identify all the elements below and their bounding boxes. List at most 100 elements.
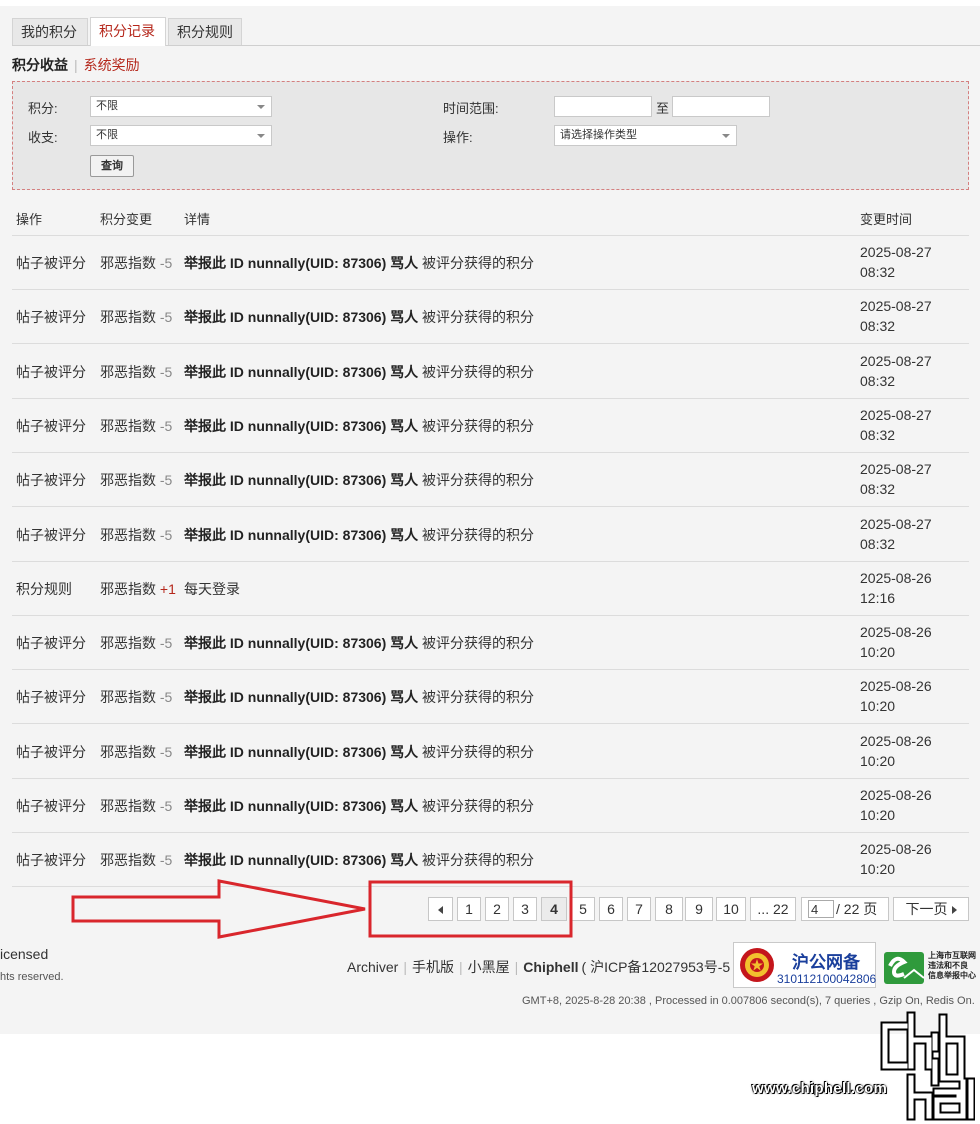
row-credit-delta: -5 bbox=[159, 363, 173, 380]
date-separator: 至 bbox=[656, 101, 670, 116]
filter-panel: 积分: 不限 收支: 不限 时间范围: 至 操作: 请选择操作类型 查询 bbox=[12, 81, 969, 190]
row-detail-link[interactable]: 举报此 ID nunnally(UID: 87306) 骂人 bbox=[184, 744, 418, 760]
row-detail-link[interactable]: 举报此 ID nunnally(UID: 87306) 骂人 bbox=[184, 364, 418, 380]
row-operation: 帖子被评分 bbox=[16, 417, 86, 434]
footer-brand[interactable]: Chiphell bbox=[523, 959, 578, 975]
next-page-button[interactable]: 下一页 bbox=[893, 897, 969, 921]
row-credit-delta: -5 bbox=[159, 743, 173, 760]
report-line-2: 违法和不良 bbox=[928, 961, 968, 970]
row-change-time: 2025-08-26 10:20 bbox=[860, 839, 932, 879]
table-row: 帖子被评分 邪恶指数 -5 举报此 ID nunnally(UID: 87306) … bbox=[12, 344, 969, 399]
subnav-credit-income[interactable]: 积分收益 bbox=[12, 57, 68, 73]
row-time: 08:32 bbox=[860, 535, 896, 552]
row-credit-name: 邪恶指数 bbox=[100, 689, 156, 706]
row-change-time: 2025-08-26 10:20 bbox=[860, 676, 932, 716]
row-time: 08:32 bbox=[860, 318, 896, 335]
police-record-badge[interactable]: 沪公网备 310112100042806 bbox=[733, 942, 876, 988]
chiphell-watermark-logo bbox=[880, 1011, 975, 1121]
row-credit-name: 邪恶指数 bbox=[100, 852, 156, 869]
annotation-box bbox=[368, 880, 573, 938]
row-detail-link[interactable]: 举报此 ID nunnally(UID: 87306) 骂人 bbox=[184, 309, 418, 325]
row-operation: 帖子被评分 bbox=[16, 852, 86, 869]
row-date: 2025-08-26 bbox=[860, 841, 932, 858]
query-button[interactable]: 查询 bbox=[90, 155, 134, 177]
page-link-last[interactable]: ... 22 bbox=[750, 897, 796, 921]
row-detail-text: 每天登录 bbox=[184, 580, 240, 597]
row-credit-name: 邪恶指数 bbox=[100, 743, 156, 760]
footer-divider: | bbox=[403, 959, 407, 975]
page-link[interactable]: 7 bbox=[627, 897, 651, 921]
operation-type-select[interactable]: 请选择操作类型 bbox=[554, 125, 737, 146]
page-jump: 4/ 22 页 bbox=[801, 897, 889, 921]
footer-link-blackroom[interactable]: 小黑屋 bbox=[468, 959, 510, 975]
row-detail-link[interactable]: 举报此 ID nunnally(UID: 87306) 骂人 bbox=[184, 472, 418, 488]
footer-gmt-info: GMT+8, 2025-8-28 20:38 , Processed in 0.… bbox=[522, 995, 975, 1007]
row-date: 2025-08-27 bbox=[860, 244, 932, 260]
row-time: 10:20 bbox=[860, 861, 896, 878]
row-date: 2025-08-27 bbox=[860, 515, 932, 532]
table-row: 帖子被评分 邪恶指数 -5 举报此 ID nunnally(UID: 87306) … bbox=[12, 289, 969, 345]
row-detail-link[interactable]: 举报此 ID nunnally(UID: 87306) 骂人 bbox=[184, 798, 418, 814]
footer-icp[interactable]: ( 沪ICP备12027953号-5 ) bbox=[582, 959, 739, 975]
io-select-value: 不限 bbox=[96, 129, 118, 141]
row-detail-text: 被评分获得的积分 bbox=[422, 798, 535, 814]
income-expense-select[interactable]: 不限 bbox=[90, 125, 272, 146]
table-row: 帖子被评分 邪恶指数 -5 举报此 ID nunnally(UID: 87306) … bbox=[12, 669, 969, 725]
table-header: 操作 积分变更 详情 变更时间 bbox=[12, 200, 969, 236]
tab-credit-rules[interactable]: 积分规则 bbox=[168, 18, 242, 45]
subnav-system-reward[interactable]: 系统奖励 bbox=[84, 57, 140, 73]
tab-credit-log[interactable]: 积分记录 bbox=[90, 17, 166, 46]
row-time: 10:20 bbox=[860, 644, 896, 661]
row-credit-name: 邪恶指数 bbox=[100, 363, 156, 380]
page-link[interactable]: 6 bbox=[599, 897, 623, 921]
end-date-input[interactable] bbox=[672, 96, 770, 117]
row-credit-delta: -5 bbox=[159, 472, 173, 489]
row-date: 2025-08-27 bbox=[860, 461, 932, 478]
row-change-time: 2025-08-27 08:32 bbox=[860, 405, 932, 445]
header-credit-change: 积分变更 bbox=[100, 212, 153, 227]
page-jump-input[interactable]: 4 bbox=[808, 900, 834, 918]
header-change-time: 变更时间 bbox=[860, 212, 913, 227]
row-date: 2025-08-26 bbox=[860, 787, 932, 803]
report-center-text: 上海市互联网 违法和不良 信息举报中心 bbox=[928, 951, 976, 981]
row-credit-change: 邪恶指数 +1 bbox=[100, 579, 176, 599]
row-credit-delta: -5 bbox=[159, 635, 173, 652]
row-change-time: 2025-08-26 10:20 bbox=[860, 622, 932, 662]
table-row: 帖子被评分 邪恶指数 -5 举报此 ID nunnally(UID: 87306) … bbox=[12, 615, 969, 671]
row-operation: 帖子被评分 bbox=[16, 363, 86, 380]
page-link[interactable]: 8 bbox=[655, 897, 683, 921]
row-detail-link[interactable]: 举报此 ID nunnally(UID: 87306) 骂人 bbox=[184, 852, 418, 868]
next-page-label: 下一页 bbox=[905, 901, 948, 917]
row-change-time: 2025-08-26 10:20 bbox=[860, 785, 932, 825]
row-detail-link[interactable]: 举报此 ID nunnally(UID: 87306) 骂人 bbox=[184, 418, 418, 434]
badge-title: 沪公网备 bbox=[792, 953, 860, 972]
row-credit-change: 邪恶指数 -5 bbox=[100, 362, 172, 382]
start-date-input[interactable] bbox=[554, 96, 652, 117]
row-time: 10:20 bbox=[860, 752, 896, 769]
row-credit-delta: -5 bbox=[159, 309, 173, 326]
footer-rights-text: hts reserved. bbox=[0, 971, 64, 983]
row-detail-text: 被评分获得的积分 bbox=[422, 472, 535, 489]
footer-license-text: icensed bbox=[0, 946, 49, 962]
row-credit-change: 邪恶指数 -5 bbox=[100, 470, 172, 490]
credit-type-select[interactable]: 不限 bbox=[90, 96, 272, 117]
row-credit-name: 邪恶指数 bbox=[100, 309, 156, 326]
row-credit-delta: -5 bbox=[159, 255, 173, 271]
row-detail-link[interactable]: 举报此 ID nunnally(UID: 87306) 骂人 bbox=[184, 527, 418, 543]
footer-link-archiver[interactable]: Archiver bbox=[347, 959, 398, 975]
footer-links: Archiver | 手机版 | 小黑屋 | Chiphell( 沪ICP备12027953… bbox=[347, 957, 739, 977]
page-link[interactable]: 9 bbox=[685, 897, 713, 921]
footer-link-mobile[interactable]: 手机版 bbox=[412, 959, 454, 975]
row-change-time: 2025-08-27 08:32 bbox=[860, 459, 932, 499]
tab-my-credits[interactable]: 我的积分 bbox=[12, 18, 88, 45]
row-detail-text: 被评分获得的积分 bbox=[422, 363, 535, 380]
row-detail-link[interactable]: 举报此 ID nunnally(UID: 87306) 骂人 bbox=[184, 689, 418, 705]
table-row: 帖子被评分 邪恶指数 -5 举报此 ID nunnally(UID: 87306) … bbox=[12, 507, 969, 562]
row-change-time: 2025-08-27 08:32 bbox=[860, 296, 932, 336]
report-center-badge[interactable]: 上海市互联网 违法和不良 信息举报中心 bbox=[882, 944, 978, 988]
row-change-time: 2025-08-27 08:32 bbox=[860, 514, 932, 554]
row-detail-text: 被评分获得的积分 bbox=[422, 635, 535, 652]
row-detail-link[interactable]: 举报此 ID nunnally(UID: 87306) 骂人 bbox=[184, 635, 418, 651]
row-detail-link[interactable]: 举报此 ID nunnally(UID: 87306) 骂人 bbox=[184, 255, 418, 271]
page-link[interactable]: 10 bbox=[716, 897, 746, 921]
